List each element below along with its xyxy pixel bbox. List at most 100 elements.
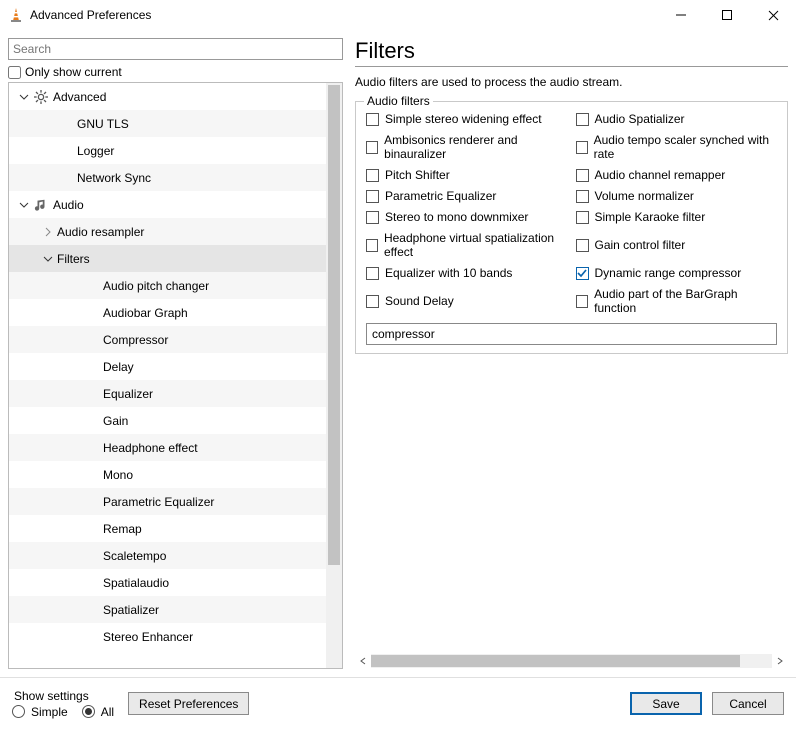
filter-checkbox[interactable]: Simple Karaoke filter: [576, 210, 778, 224]
chevron-right-icon[interactable]: [41, 225, 55, 239]
close-button[interactable]: [750, 0, 796, 30]
filter-checkbox[interactable]: Audio tempo scaler synched with rate: [576, 133, 778, 161]
checkbox-unchecked-icon[interactable]: [576, 190, 589, 203]
tree-item[interactable]: Audio pitch changer: [9, 272, 326, 299]
checkbox-unchecked-icon[interactable]: [576, 113, 589, 126]
reset-preferences-button[interactable]: Reset Preferences: [128, 692, 249, 715]
tree-item[interactable]: Delay: [9, 353, 326, 380]
tree-vertical-scrollbar[interactable]: [326, 83, 342, 668]
tree-item[interactable]: GNU TLS: [9, 110, 326, 137]
radio-all[interactable]: [82, 705, 95, 718]
checkbox-unchecked-icon[interactable]: [576, 295, 589, 308]
filter-checkbox[interactable]: Pitch Shifter: [366, 168, 568, 182]
filter-text-input[interactable]: [366, 323, 777, 345]
tree-item[interactable]: Mono: [9, 461, 326, 488]
checkbox-checked-icon[interactable]: [576, 267, 589, 280]
radio-simple[interactable]: [12, 705, 25, 718]
maximize-button[interactable]: [704, 0, 750, 30]
tree-item-label: GNU TLS: [77, 117, 129, 131]
tree-item[interactable]: Equalizer: [9, 380, 326, 407]
minimize-button[interactable]: [658, 0, 704, 30]
tree-item[interactable]: Logger: [9, 137, 326, 164]
filter-checkbox[interactable]: Ambisonics renderer and binauralizer: [366, 133, 568, 161]
page-title: Filters: [355, 38, 788, 67]
tree-item[interactable]: Audio resampler: [9, 218, 326, 245]
checkbox-unchecked-icon[interactable]: [366, 295, 379, 308]
scroll-track[interactable]: [371, 654, 772, 668]
spacer: [61, 171, 75, 185]
scroll-thumb[interactable]: [371, 655, 740, 667]
checkbox-unchecked-icon[interactable]: [366, 141, 378, 154]
filter-checkbox[interactable]: Equalizer with 10 bands: [366, 266, 568, 280]
tree-item-label: Advanced: [53, 90, 106, 104]
scroll-left-icon[interactable]: [355, 653, 371, 669]
chevron-down-icon[interactable]: [17, 90, 31, 104]
filter-checkbox[interactable]: Parametric Equalizer: [366, 189, 568, 203]
radio-all-label: All: [101, 705, 114, 719]
tree-item-label: Stereo Enhancer: [103, 630, 193, 644]
spacer: [87, 306, 101, 320]
tree-item[interactable]: Audio: [9, 191, 326, 218]
chevron-down-icon[interactable]: [17, 198, 31, 212]
save-button[interactable]: Save: [630, 692, 702, 715]
cancel-button[interactable]: Cancel: [712, 692, 784, 715]
search-input[interactable]: [8, 38, 343, 60]
filter-checkbox[interactable]: Audio channel remapper: [576, 168, 778, 182]
only-show-current-checkbox[interactable]: Only show current: [8, 65, 343, 79]
only-show-current-input[interactable]: [8, 66, 21, 79]
checkbox-unchecked-icon[interactable]: [366, 169, 379, 182]
audio-icon: [33, 197, 49, 213]
tree-item-label: Spatialaudio: [103, 576, 169, 590]
filter-checkbox[interactable]: Audio Spatializer: [576, 112, 778, 126]
filter-checkbox-label: Pitch Shifter: [385, 168, 450, 182]
checkbox-unchecked-icon[interactable]: [576, 211, 589, 224]
tree-item[interactable]: Scaletempo: [9, 542, 326, 569]
tree-scroll-thumb[interactable]: [328, 85, 340, 565]
bottom-bar: Show settings Simple All Reset Preferenc…: [0, 677, 796, 729]
checkbox-unchecked-icon[interactable]: [366, 190, 379, 203]
filter-checkbox-label: Ambisonics renderer and binauralizer: [384, 133, 567, 161]
audio-filters-fieldset: Audio filters Simple stereo widening eff…: [355, 101, 788, 354]
page-description: Audio filters are used to process the au…: [355, 75, 788, 89]
filter-checkbox[interactable]: Audio part of the BarGraph function: [576, 287, 778, 315]
tree-item[interactable]: Stereo Enhancer: [9, 623, 326, 650]
spacer: [87, 279, 101, 293]
tree-item[interactable]: Network Sync: [9, 164, 326, 191]
spacer: [87, 468, 101, 482]
chevron-down-icon[interactable]: [41, 252, 55, 266]
tree-item[interactable]: Filters: [9, 245, 326, 272]
checkbox-unchecked-icon[interactable]: [366, 113, 379, 126]
tree-item[interactable]: Gain: [9, 407, 326, 434]
tree-item[interactable]: Compressor: [9, 326, 326, 353]
tree-item-label: Remap: [103, 522, 142, 536]
tree-item[interactable]: Advanced: [9, 83, 326, 110]
radio-simple-label: Simple: [31, 705, 68, 719]
filter-checkbox[interactable]: Sound Delay: [366, 287, 568, 315]
checkbox-unchecked-icon[interactable]: [366, 211, 379, 224]
filter-checkbox[interactable]: Headphone virtual spatialization effect: [366, 231, 568, 259]
tree-item[interactable]: Audiobar Graph: [9, 299, 326, 326]
checkbox-unchecked-icon[interactable]: [576, 239, 589, 252]
filter-checkbox[interactable]: Stereo to mono downmixer: [366, 210, 568, 224]
right-horizontal-scrollbar[interactable]: [355, 653, 788, 669]
checkbox-unchecked-icon[interactable]: [366, 267, 379, 280]
scroll-right-icon[interactable]: [772, 653, 788, 669]
fieldset-legend: Audio filters: [364, 94, 433, 108]
checkbox-unchecked-icon[interactable]: [366, 239, 378, 252]
filter-checkbox[interactable]: Simple stereo widening effect: [366, 112, 568, 126]
filter-checkbox[interactable]: Dynamic range compressor: [576, 266, 778, 280]
tree-item-label: Audiobar Graph: [103, 306, 188, 320]
tree-item[interactable]: Parametric Equalizer: [9, 488, 326, 515]
checkbox-unchecked-icon[interactable]: [576, 141, 588, 154]
tree-item[interactable]: Spatialaudio: [9, 569, 326, 596]
spacer: [87, 441, 101, 455]
checkbox-unchecked-icon[interactable]: [576, 169, 589, 182]
tree-item[interactable]: Remap: [9, 515, 326, 542]
show-settings-group: Show settings Simple All: [12, 689, 114, 719]
spacer: [87, 414, 101, 428]
filter-checkbox[interactable]: Volume normalizer: [576, 189, 778, 203]
tree-item[interactable]: Spatializer: [9, 596, 326, 623]
tree-item[interactable]: Headphone effect: [9, 434, 326, 461]
spacer: [87, 360, 101, 374]
filter-checkbox[interactable]: Gain control filter: [576, 231, 778, 259]
